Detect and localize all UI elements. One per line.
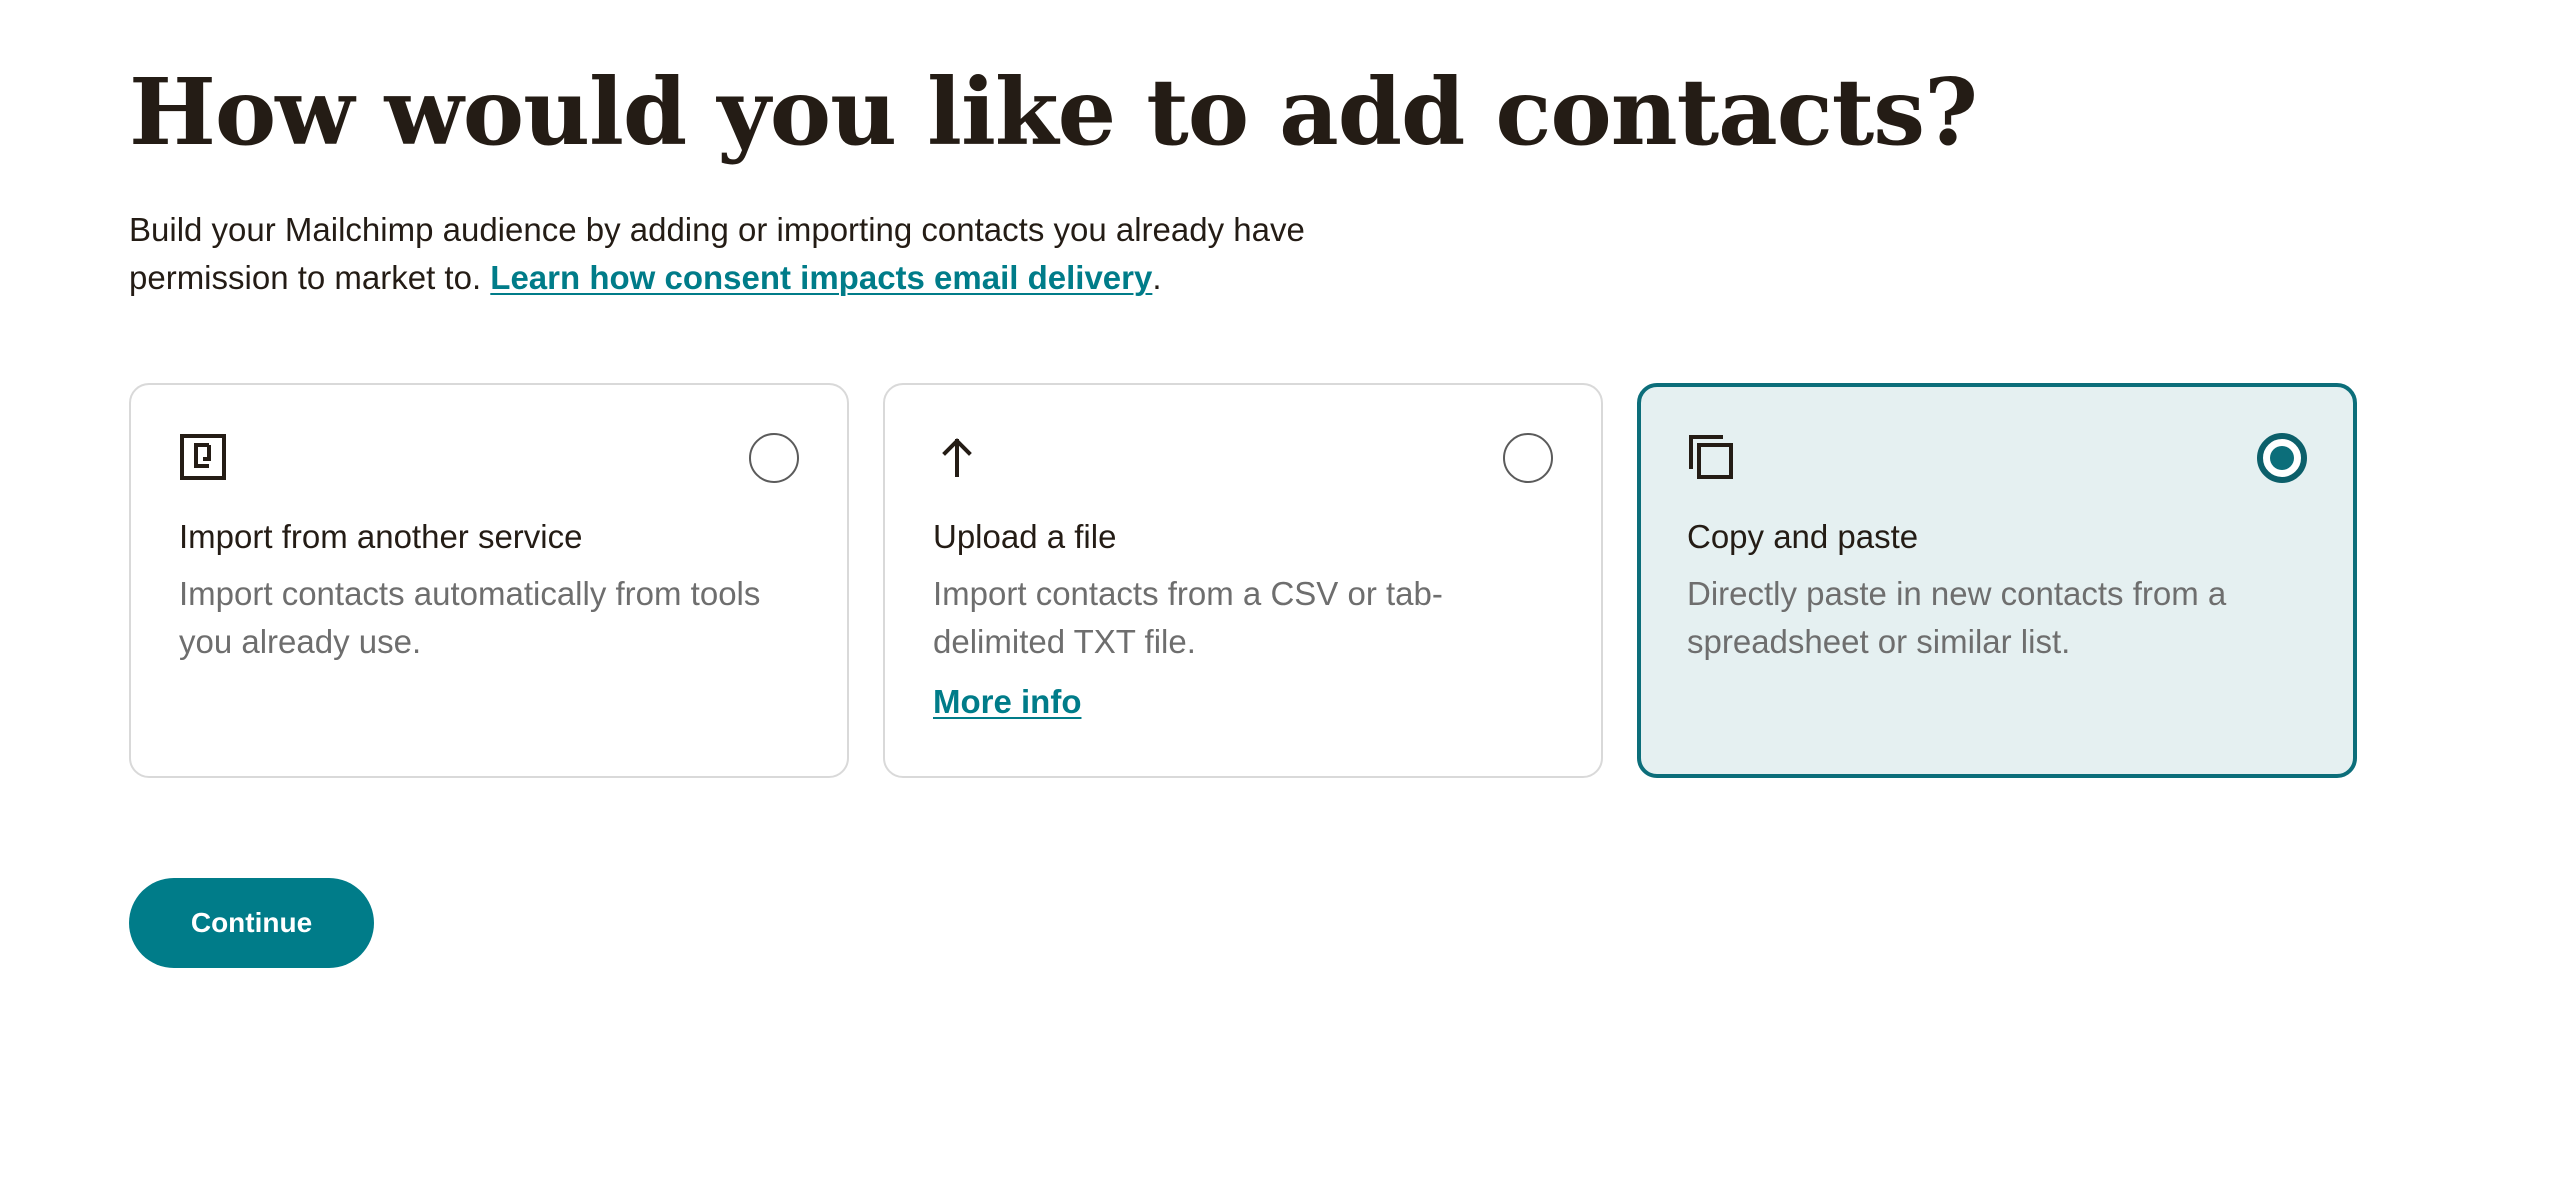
page-title: How would you like to add contacts? <box>129 58 1978 166</box>
radio-copy-paste[interactable] <box>2257 433 2307 483</box>
option-title: Copy and paste <box>1687 518 1919 555</box>
option-title: Import from another service <box>179 518 583 555</box>
option-title: Upload a file <box>933 518 1117 555</box>
option-card-copy-paste[interactable]: Copy and paste Directly paste in new con… <box>1637 383 2357 778</box>
import-service-icon <box>179 433 227 481</box>
upload-arrow-icon <box>933 433 981 481</box>
import-method-options: Import from another service Import conta… <box>129 383 2359 778</box>
copy-icon <box>1687 433 1735 481</box>
option-description: Import contacts from a CSV or tab-delimi… <box>933 575 1443 660</box>
continue-button[interactable]: Continue <box>129 878 374 968</box>
radio-upload-file[interactable] <box>1503 433 1553 483</box>
consent-learn-more-link[interactable]: Learn how consent impacts email delivery <box>490 259 1152 296</box>
option-description: Import contacts automatically from tools… <box>179 575 761 660</box>
intro-trailing: . <box>1152 259 1162 296</box>
radio-selected-dot <box>2270 446 2294 470</box>
radio-import-service[interactable] <box>749 433 799 483</box>
option-card-import-service[interactable]: Import from another service Import conta… <box>129 383 849 778</box>
intro-paragraph: Build your Mailchimp audience by adding … <box>129 206 1369 302</box>
option-description: Directly paste in new contacts from a sp… <box>1687 575 2227 660</box>
option-card-upload-file[interactable]: Upload a file Import contacts from a CSV… <box>883 383 1603 778</box>
more-info-link[interactable]: More info <box>933 680 1081 724</box>
